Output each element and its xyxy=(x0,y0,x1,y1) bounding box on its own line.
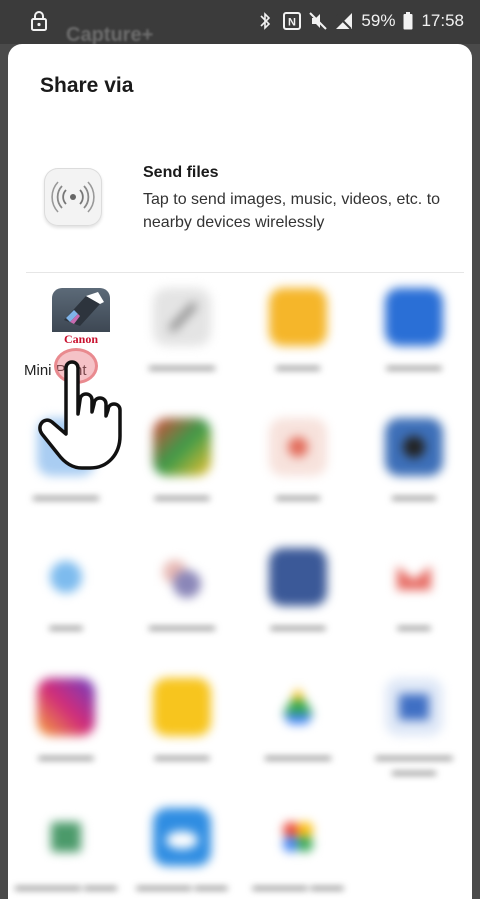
app-label: ▬▬▬▬▬ xyxy=(270,621,326,633)
app-tile[interactable]: ▬▬▬▬ xyxy=(240,414,356,544)
app-tile[interactable]: ▬▬▬▬▬ xyxy=(356,284,472,414)
drive-app-icon xyxy=(269,678,327,736)
app-label: ▬▬▬▬ xyxy=(276,491,320,503)
red-app-icon xyxy=(269,418,327,476)
status-right: N 59% 17:58 xyxy=(257,10,464,32)
canon-brand-text: Canon xyxy=(63,332,98,346)
facebook-app-icon xyxy=(269,548,327,606)
app-label: ▬▬▬▬▬ ▬▬▬ xyxy=(136,881,228,893)
app-label: ▬▬▬▬▬ ▬▬▬ xyxy=(252,881,344,893)
pointing-hand-icon xyxy=(36,354,136,476)
status-time: 17:58 xyxy=(421,11,464,30)
app-label: ▬▬▬▬▬ xyxy=(154,491,210,503)
wireless-broadcast-icon xyxy=(44,168,102,226)
app-tile[interactable]: ▬▬▬▬▬▬ xyxy=(124,284,240,414)
divider xyxy=(26,272,464,273)
app-tile[interactable]: ▬▬▬▬▬ xyxy=(240,544,356,674)
mute-icon xyxy=(309,12,328,30)
bluetooth-app-icon xyxy=(385,288,443,346)
lock-icon xyxy=(30,10,50,32)
app-tile[interactable]: ▬▬▬▬▬▬ xyxy=(124,544,240,674)
maps-app-icon xyxy=(153,418,211,476)
app-label: ▬▬▬ xyxy=(397,621,431,633)
folder-app-icon xyxy=(269,288,327,346)
send-files-option[interactable]: Send files Tap to send images, music, vi… xyxy=(8,154,472,264)
svg-text:N: N xyxy=(288,17,296,29)
cloud-app-icon xyxy=(153,808,211,866)
app-tile[interactable]: ▬▬▬▬▬ xyxy=(124,674,240,804)
app-label: ▬▬▬▬▬▬ ▬▬▬ xyxy=(14,881,118,893)
app-tile[interactable]: ▬▬▬ xyxy=(356,544,472,674)
app-tile[interactable]: ▬▬▬ xyxy=(8,544,124,674)
app-tile[interactable]: ▬▬▬▬▬▬▬ ▬▬▬▬ xyxy=(356,674,472,804)
app-tile[interactable]: ▬▬▬▬▬ ▬▬▬ xyxy=(240,804,356,899)
gmail-app-icon xyxy=(385,548,443,606)
pinwheel-app-icon xyxy=(269,808,327,866)
app-label: ▬▬▬▬ xyxy=(276,361,320,373)
app-label: ▬▬▬▬ xyxy=(392,491,436,503)
send-files-title: Send files xyxy=(143,164,219,181)
app-label: ▬▬▬▬▬▬ xyxy=(33,491,99,503)
nfc-icon: N xyxy=(283,12,302,30)
photo-app-icon xyxy=(385,678,443,736)
app-tile[interactable]: ▬▬▬▬ xyxy=(356,414,472,544)
screen: Capture+ N 59% 17:58 Share via Send file… xyxy=(0,0,480,899)
app-tile[interactable]: ▬▬▬▬▬ xyxy=(124,414,240,544)
app-label: ▬▬▬▬▬ xyxy=(38,751,94,763)
sheets-app-icon xyxy=(37,808,95,866)
status-bar: Capture+ N 59% 17:58 xyxy=(0,0,480,46)
app-label: ▬▬▬▬▬▬ xyxy=(265,751,331,763)
app-tile[interactable]: ▬▬▬▬▬ ▬▬▬ xyxy=(124,804,240,899)
instagram-app-icon xyxy=(37,678,95,736)
app-tile[interactable]: ▬▬▬▬▬▬ ▬▬▬ xyxy=(8,804,124,899)
app-tile[interactable]: ▬▬▬▬▬ xyxy=(8,674,124,804)
camera-app-icon xyxy=(385,418,443,476)
cluster-app-icon xyxy=(153,548,211,606)
app-label: ▬▬▬▬▬▬▬ ▬▬▬▬ xyxy=(375,751,453,778)
canon-mini-print-icon: Canon xyxy=(52,288,110,346)
message-app-icon xyxy=(153,678,211,736)
no-signal-icon xyxy=(335,12,353,30)
battery-icon xyxy=(403,12,413,30)
app-label: ▬▬▬▬▬▬ xyxy=(149,361,215,373)
app-label: ▬▬▬▬▬ xyxy=(154,751,210,763)
app-label: ▬▬▬ xyxy=(49,621,83,633)
send-files-description: Tap to send images, music, videos, etc. … xyxy=(143,191,441,231)
share-sheet: Share via Send files Tap to send images,… xyxy=(8,44,472,899)
share-sheet-title: Share via xyxy=(40,74,134,97)
battery-percent: 59% xyxy=(361,11,396,30)
app-tile[interactable]: ▬▬▬▬▬▬ xyxy=(240,674,356,804)
app-label: ▬▬▬▬▬▬ xyxy=(149,621,215,633)
bluetooth-icon xyxy=(257,12,275,30)
circle-app-icon xyxy=(37,548,95,606)
app-tile[interactable]: ▬▬▬▬ xyxy=(240,284,356,414)
app-label: ▬▬▬▬▬ xyxy=(386,361,442,373)
pen-app-icon xyxy=(153,288,211,346)
